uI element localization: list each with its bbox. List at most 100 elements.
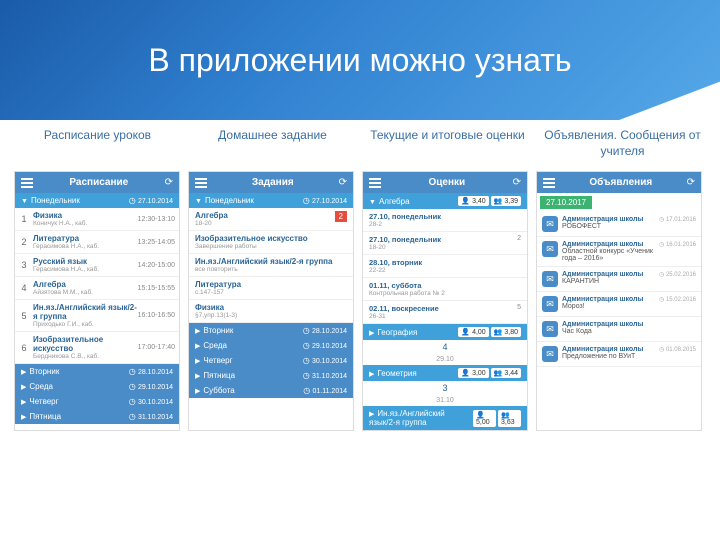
- announcement-date: ◷ 17.01.2016: [659, 216, 696, 223]
- mail-icon: ✉: [542, 241, 558, 257]
- app-bar: Задания ⟳: [189, 172, 353, 193]
- day-header[interactable]: Понедельник 27.10.2014: [189, 193, 353, 208]
- mail-icon: ✉: [542, 321, 558, 337]
- chevron-right-icon: [195, 356, 200, 365]
- grade-single-date: 31.10: [363, 395, 527, 406]
- refresh-icon[interactable]: ⟳: [165, 177, 173, 188]
- lesson-row[interactable]: 6 Изобразительное искусство Бердникова С…: [15, 332, 179, 364]
- announcement-row[interactable]: ✉ Администрация школы Областной конкурс …: [537, 237, 701, 267]
- homework-row[interactable]: Изобразительное искусство Завершение раб…: [189, 231, 353, 254]
- day-collapsed[interactable]: Пятница 31.10.2014: [189, 368, 353, 383]
- grade-subject-header[interactable]: Геометрия 👤 3,00 👥 3,44: [363, 365, 527, 381]
- lesson-time: 17:00-17:40: [138, 344, 175, 351]
- announcement-text: Областной конкурс «Ученик года – 2016»: [562, 248, 655, 262]
- screen-grades: Оценки ⟳ Алгебра 👤 3,40 👥 3,39 27.10, по…: [362, 171, 528, 431]
- homework-row[interactable]: Литература с.147-157: [189, 277, 353, 300]
- grade-single: 4: [363, 340, 527, 354]
- menu-icon[interactable]: [21, 178, 33, 188]
- chevron-icon: [369, 369, 374, 378]
- announcement-text: Час Кода: [562, 328, 692, 335]
- app-bar-title: Задания: [207, 177, 339, 188]
- grade-date: 28.10, вторник: [369, 258, 521, 267]
- announcement-row[interactable]: ✉ Администрация школы РОБОФЕСТ ◷ 17.01.2…: [537, 212, 701, 237]
- day-date: 01.11.2014: [303, 386, 347, 395]
- day-collapsed[interactable]: Среда 29.10.2014: [15, 379, 179, 394]
- grade-single-date: 29.10: [363, 354, 527, 365]
- announcement-row[interactable]: ✉ Администрация школы КАРАНТИН ◷ 25.02.2…: [537, 267, 701, 292]
- main-title: В приложении можно узнать: [148, 42, 571, 79]
- announcement-sender: Администрация школы: [562, 271, 655, 278]
- day-date: 28.10.2014: [129, 367, 173, 376]
- lesson-row[interactable]: 4 Алгебра Айзятова М.М., каб. 15:15-15:5…: [15, 277, 179, 300]
- lesson-teacher: Герасимова Н.А., каб.: [33, 266, 138, 273]
- announcement-sender: Администрация школы: [562, 216, 655, 223]
- day-header[interactable]: Понедельник 27.10.2014: [15, 193, 179, 208]
- app-bar-title: Объявления: [555, 177, 687, 188]
- grade-subject-header[interactable]: Ин.яз./Английский язык/2-я группа 👤 5,00…: [363, 406, 527, 430]
- app-bar: Объявления ⟳: [537, 172, 701, 193]
- refresh-icon[interactable]: ⟳: [513, 177, 521, 188]
- refresh-icon[interactable]: ⟳: [687, 177, 695, 188]
- homework-row[interactable]: Алгебра 18-20 2: [189, 208, 353, 231]
- day-collapsed[interactable]: Вторник 28.10.2014: [189, 323, 353, 338]
- grade-row[interactable]: 28.10, вторник 22-22: [363, 255, 527, 278]
- refresh-icon[interactable]: ⟳: [339, 177, 347, 188]
- lesson-row[interactable]: 3 Русский язык Герасимова Н.А., каб. 14:…: [15, 254, 179, 277]
- lesson-row[interactable]: 5 Ин.яз./Английский язык/2-я группа Прих…: [15, 300, 179, 332]
- day-collapsed[interactable]: Суббота 01.11.2014: [189, 383, 353, 398]
- phones-row: Расписание ⟳ Понедельник 27.10.2014 1 Фи…: [0, 171, 720, 431]
- lesson-number: 5: [19, 311, 29, 321]
- menu-icon[interactable]: [195, 178, 207, 188]
- grade-class: 👥 3,44: [491, 368, 521, 378]
- caption-homework: Домашнее задание: [193, 128, 353, 159]
- chevron-right-icon: [21, 367, 26, 376]
- lesson-subject: Физика: [33, 211, 138, 220]
- lesson-subject: Изобразительное искусство: [33, 335, 138, 353]
- grade-row[interactable]: 27.10, понедельник 28-2: [363, 209, 527, 232]
- homework-row[interactable]: Ин.яз./Английский язык/2-я группа все по…: [189, 254, 353, 277]
- lesson-teacher: Герасимова Н.А., каб.: [33, 243, 138, 250]
- chevron-right-icon: [195, 386, 200, 395]
- screen-schedule: Расписание ⟳ Понедельник 27.10.2014 1 Фи…: [14, 171, 180, 431]
- lesson-time: 12:30-13:10: [138, 216, 175, 223]
- menu-icon[interactable]: [369, 178, 381, 188]
- grade-row[interactable]: 5 02.11, воскресение 26-31: [363, 301, 527, 324]
- lesson-teacher: Айзятова М.М., каб.: [33, 289, 138, 296]
- lesson-row[interactable]: 1 Физика Коничук Н.А., каб. 12:30-13:10: [15, 208, 179, 231]
- announcement-row[interactable]: ✉ Администрация школы Час Кода: [537, 317, 701, 342]
- homework-subject: Литература: [195, 280, 347, 289]
- day-date: 28.10.2014: [303, 326, 347, 335]
- grade-value: 2: [517, 235, 521, 242]
- grade-row[interactable]: 2 27.10, понедельник 18-20: [363, 232, 527, 255]
- lesson-teacher: Приходько Г.И., каб.: [33, 321, 138, 328]
- caption-announcements: Объявления. Сообщения от учителя: [543, 128, 703, 159]
- chevron-icon: [369, 409, 374, 418]
- day-collapsed[interactable]: Четверг 30.10.2014: [15, 394, 179, 409]
- day-date: 31.10.2014: [129, 412, 173, 421]
- day-collapsed[interactable]: Среда 29.10.2014: [189, 338, 353, 353]
- lesson-teacher: Бердникова С.В., каб.: [33, 353, 138, 360]
- announcement-date: ◷ 15.02.2016: [659, 296, 696, 303]
- homework-detail: с.147-157: [195, 289, 347, 296]
- day-collapsed[interactable]: Вторник 28.10.2014: [15, 364, 179, 379]
- lesson-number: 2: [19, 237, 29, 247]
- mail-icon: ✉: [542, 271, 558, 287]
- grade-value: 5: [517, 304, 521, 311]
- day-collapsed[interactable]: Пятница 31.10.2014: [15, 409, 179, 424]
- grade-row[interactable]: 01.11, суббота Контрольная работа № 2: [363, 278, 527, 301]
- lesson-row[interactable]: 2 Литература Герасимова Н.А., каб. 13:25…: [15, 231, 179, 254]
- grade-single: 3: [363, 381, 527, 395]
- mail-icon: ✉: [542, 216, 558, 232]
- homework-subject: Ин.яз./Английский язык/2-я группа: [195, 257, 347, 266]
- chevron-right-icon: [195, 341, 200, 350]
- homework-row[interactable]: Физика §7,упр.13(1-3): [189, 300, 353, 323]
- chevron-right-icon: [21, 382, 26, 391]
- chevron-icon: [369, 328, 374, 337]
- announcement-text: РОБОФЕСТ: [562, 223, 655, 230]
- menu-icon[interactable]: [543, 178, 555, 188]
- day-collapsed[interactable]: Четверг 30.10.2014: [189, 353, 353, 368]
- announcement-row[interactable]: ✉ Администрация школы Предложение по ВУи…: [537, 342, 701, 367]
- grade-subject-header[interactable]: География 👤 4,00 👥 3,80: [363, 324, 527, 340]
- announcement-row[interactable]: ✉ Администрация школы Мороз! ◷ 15.02.201…: [537, 292, 701, 317]
- grade-subject-header[interactable]: Алгебра 👤 3,40 👥 3,39: [363, 193, 527, 209]
